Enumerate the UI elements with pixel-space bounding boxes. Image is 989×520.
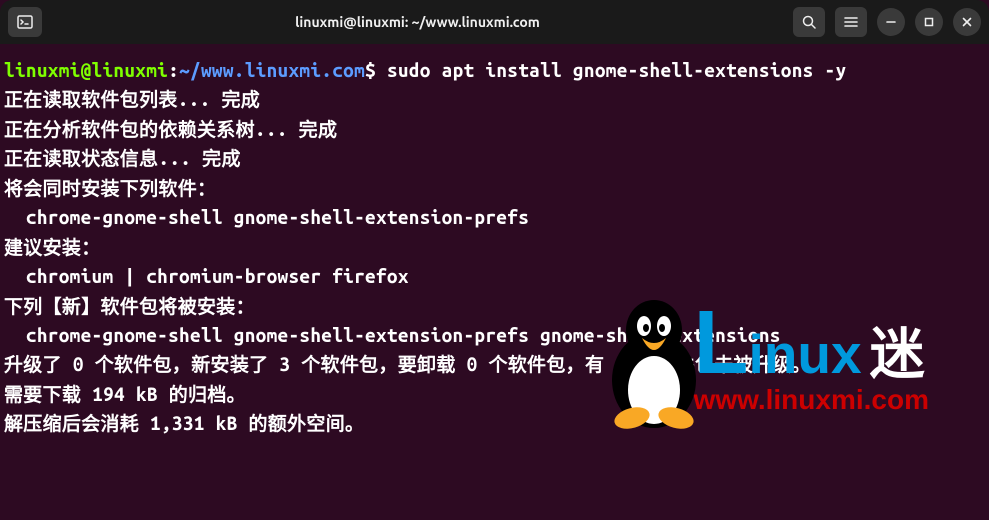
prompt-user-host: linuxmi@linuxmi: [4, 59, 168, 81]
output-line: 正在分析软件包的依赖关系树... 完成: [4, 118, 337, 140]
output-line: 正在读取状态信息... 完成: [4, 147, 241, 169]
minimize-button[interactable]: [877, 8, 905, 36]
output-line: 解压缩后会消耗 1,331 kB 的额外空间。: [4, 412, 364, 434]
output-line: 将会同时安装下列软件：: [4, 177, 216, 199]
titlebar-right: [793, 7, 981, 37]
maximize-icon: [924, 17, 934, 27]
prompt-path: ~/www.linuxmi.com: [179, 59, 365, 81]
prompt-colon: :: [168, 59, 179, 81]
output-line: chrome-gnome-shell gnome-shell-extension…: [4, 324, 781, 346]
prompt-dollar: $: [365, 59, 376, 81]
command-text: sudo apt install gnome-shell-extensions …: [387, 59, 846, 81]
output-line: 下列【新】软件包将被安装：: [4, 295, 255, 317]
output-line: 需要下载 194 kB 的归档。: [4, 383, 246, 405]
new-tab-button[interactable]: [8, 7, 42, 37]
output-line: 升级了 0 个软件包，新安装了 3 个软件包，要卸载 0 个软件包，有 4 个软…: [4, 353, 811, 375]
output-line: 正在读取软件包列表... 完成: [4, 88, 260, 110]
search-button[interactable]: [793, 7, 825, 37]
terminal-content[interactable]: linuxmi@linuxmi:~/www.linuxmi.com$ sudo …: [0, 44, 989, 451]
maximize-button[interactable]: [915, 8, 943, 36]
close-icon: [962, 17, 972, 27]
titlebar-left: [8, 7, 42, 37]
menu-button[interactable]: [835, 7, 867, 37]
output-line: 建议安装：: [4, 236, 101, 258]
output-line: chromium | chromium-browser firefox: [4, 265, 409, 287]
window-titlebar: linuxmi@linuxmi: ~/www.linuxmi.com: [0, 0, 989, 44]
search-icon: [802, 15, 816, 29]
output-line: chrome-gnome-shell gnome-shell-extension…: [4, 206, 529, 228]
hamburger-icon: [844, 16, 858, 28]
window-title: linuxmi@linuxmi: ~/www.linuxmi.com: [295, 14, 540, 30]
terminal-icon: [17, 15, 33, 29]
close-button[interactable]: [953, 8, 981, 36]
minimize-icon: [886, 17, 896, 27]
